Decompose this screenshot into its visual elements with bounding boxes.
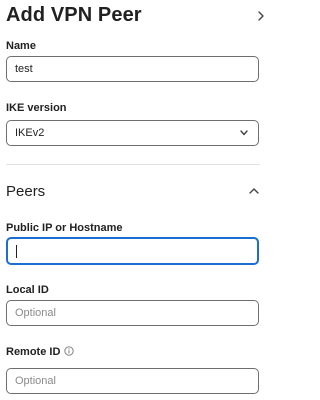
remote-id-input[interactable] <box>7 369 258 393</box>
name-input[interactable] <box>7 57 258 81</box>
panel-header: Add VPN Peer <box>6 4 266 30</box>
info-icon[interactable] <box>64 346 75 356</box>
local-id-field[interactable] <box>6 300 259 326</box>
chevron-right-icon[interactable] <box>256 9 266 23</box>
section-divider <box>6 164 260 165</box>
local-id-label: Local ID <box>6 284 49 296</box>
chevron-down-icon <box>240 130 248 136</box>
public-ip-input[interactable] <box>8 239 257 263</box>
name-field[interactable] <box>6 56 259 82</box>
remote-id-label-row: Remote ID <box>6 346 75 358</box>
ike-version-label: IKE version <box>6 102 67 114</box>
name-label: Name <box>6 40 36 52</box>
public-ip-field[interactable] <box>6 237 259 265</box>
ike-version-select[interactable]: IKEv2 <box>6 120 259 146</box>
remote-id-label: Remote ID <box>6 346 61 358</box>
public-ip-label: Public IP or Hostname <box>6 222 123 234</box>
text-cursor <box>16 245 17 258</box>
local-id-input[interactable] <box>7 301 258 325</box>
ike-version-value: IKEv2 <box>15 127 45 139</box>
peers-section-title: Peers <box>6 183 46 200</box>
remote-id-field[interactable] <box>6 368 259 394</box>
chevron-up-icon[interactable] <box>248 187 260 195</box>
page-title: Add VPN Peer <box>6 4 142 26</box>
